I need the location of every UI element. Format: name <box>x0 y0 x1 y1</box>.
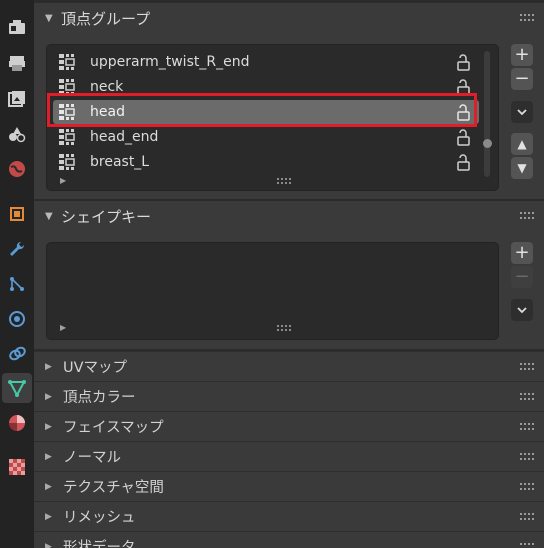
chevron-right-icon: ▶ <box>45 451 52 462</box>
vertex-groups-panel-body: upperarm_twist_R_end neck head head_end <box>34 33 544 199</box>
properties-tab-strip <box>0 0 34 548</box>
remove-shape-key-button[interactable]: − <box>511 266 533 288</box>
list-item[interactable]: upperarm_twist_R_end <box>53 50 479 74</box>
world-icon[interactable] <box>2 154 32 184</box>
render-icon[interactable] <box>2 48 32 78</box>
vertex-group-specials-menu[interactable] <box>511 101 533 123</box>
vertex-group-icon <box>59 54 75 70</box>
uv-maps-panel-header[interactable]: ▶ UVマップ <box>34 351 544 381</box>
object-icon[interactable] <box>2 199 32 229</box>
drag-grip-icon[interactable] <box>520 453 534 461</box>
object-data-icon[interactable] <box>2 373 32 403</box>
panel-title: 形状データ <box>63 540 136 548</box>
move-up-button[interactable]: ▲ <box>511 133 533 155</box>
chevron-down-icon: ▼ <box>45 210 53 222</box>
list-resize-grip-icon[interactable] <box>277 178 291 184</box>
drag-grip-icon[interactable] <box>520 393 534 401</box>
drag-grip-icon[interactable] <box>520 423 534 431</box>
list-filter-expand-icon[interactable]: ▶ <box>60 176 66 185</box>
constraints-icon[interactable] <box>2 339 32 369</box>
list-resize-grip-icon[interactable] <box>277 325 291 331</box>
vertex-colors-panel-header[interactable]: ▶ 頂点カラー <box>34 381 544 411</box>
shape-key-list[interactable]: ▶ <box>46 242 499 340</box>
geometry-data-panel-header[interactable]: ▶ 形状データ <box>34 531 544 548</box>
chevron-right-icon: ▶ <box>45 391 52 402</box>
add-vertex-group-button[interactable]: + <box>511 44 533 66</box>
chevron-right-icon: ▶ <box>45 421 52 432</box>
list-scrollbar[interactable] <box>484 51 490 177</box>
shape-keys-panel-body: ▶ + − <box>34 231 544 349</box>
unlock-icon[interactable] <box>455 153 473 171</box>
panel-title: フェイスマップ <box>63 420 164 436</box>
shape-key-specials-menu[interactable] <box>511 299 533 321</box>
drag-grip-icon[interactable] <box>520 363 534 371</box>
drag-grip-icon[interactable] <box>520 513 534 521</box>
vertex-group-icon <box>59 154 75 170</box>
unlock-icon[interactable] <box>455 128 473 146</box>
move-down-button[interactable]: ▼ <box>511 157 533 179</box>
vertex-group-name: breast_L <box>90 154 150 170</box>
remesh-panel-header[interactable]: ▶ リメッシュ <box>34 501 544 531</box>
remove-vertex-group-button[interactable]: − <box>511 68 533 90</box>
chevron-right-icon: ▶ <box>45 361 52 372</box>
vertex-groups-panel-header[interactable]: ▼ 頂点グループ <box>34 3 544 33</box>
vertex-groups-title: 頂点グループ <box>61 9 151 28</box>
chevron-down-icon: ▼ <box>45 12 53 24</box>
panel-title: ノーマル <box>63 450 121 466</box>
chevron-down-icon <box>517 307 527 314</box>
list-item[interactable]: breast_L <box>53 150 479 174</box>
face-maps-panel-header[interactable]: ▶ フェイスマップ <box>34 411 544 441</box>
add-shape-key-button[interactable]: + <box>511 242 533 264</box>
vertex-group-name: upperarm_twist_R_end <box>90 54 250 70</box>
material-icon[interactable] <box>2 408 32 438</box>
vertex-group-icon <box>59 129 75 145</box>
list-item[interactable]: head_end <box>53 125 479 149</box>
drag-grip-icon[interactable] <box>520 212 534 220</box>
panel-title: 頂点カラー <box>63 390 136 406</box>
list-filter-expand-icon[interactable]: ▶ <box>60 323 66 332</box>
drag-grip-icon[interactable] <box>520 483 534 491</box>
properties-editor: ▼ 頂点グループ upperarm_twist_R_end neck head <box>34 0 544 548</box>
tool-icon[interactable] <box>2 12 32 42</box>
selection-highlight-box <box>47 93 477 127</box>
normals-panel-header[interactable]: ▶ ノーマル <box>34 441 544 471</box>
unlock-icon[interactable] <box>455 53 473 71</box>
chevron-right-icon: ▶ <box>45 481 52 492</box>
panel-title: リメッシュ <box>63 510 136 526</box>
chevron-down-icon <box>517 109 527 116</box>
particles-icon[interactable] <box>2 269 32 299</box>
shape-keys-panel-header[interactable]: ▼ シェイプキー <box>34 201 544 231</box>
chevron-right-icon: ▶ <box>45 541 52 548</box>
shape-keys-title: シェイプキー <box>61 207 152 226</box>
physics-icon[interactable] <box>2 304 32 334</box>
texture-icon[interactable] <box>2 452 32 482</box>
vertex-group-name: head_end <box>90 129 159 145</box>
scrollbar-thumb[interactable] <box>483 139 492 148</box>
drag-grip-icon[interactable] <box>520 543 534 548</box>
chevron-right-icon: ▶ <box>45 511 52 522</box>
view-layer-icon[interactable] <box>2 119 32 149</box>
modifier-wrench-icon[interactable] <box>2 234 32 264</box>
drag-grip-icon[interactable] <box>520 14 534 22</box>
panel-title: UVマップ <box>63 360 128 376</box>
texture-space-panel-header[interactable]: ▶ テクスチャ空間 <box>34 471 544 501</box>
panel-title: テクスチャ空間 <box>63 480 164 496</box>
output-icon[interactable] <box>2 84 32 114</box>
